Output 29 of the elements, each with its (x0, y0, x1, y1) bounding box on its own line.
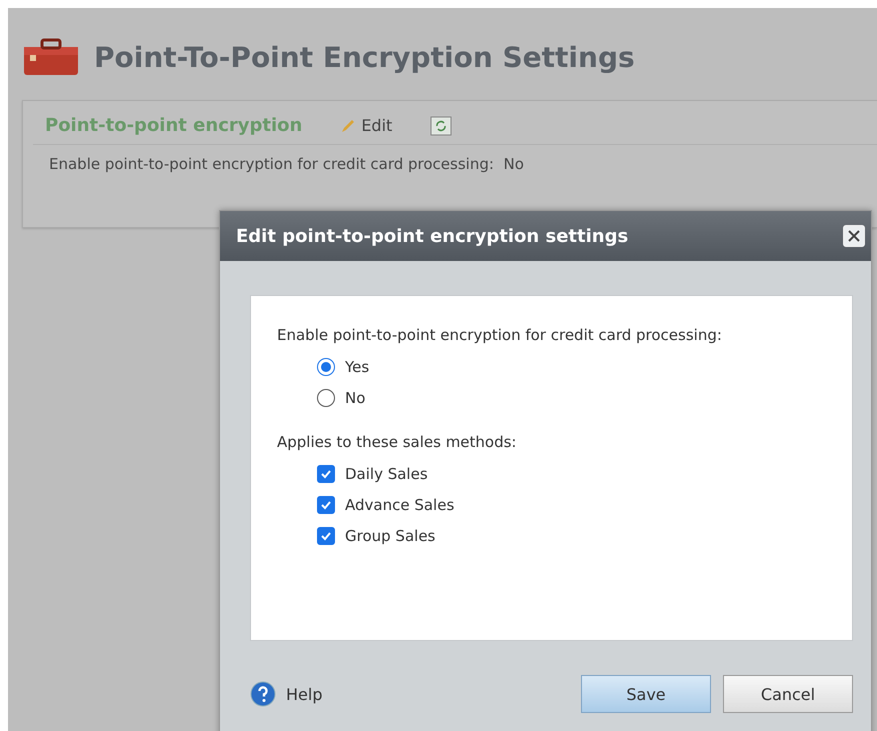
close-icon (847, 229, 861, 243)
panel-heading: Point-to-point encryption (45, 115, 302, 136)
pencil-icon (340, 118, 356, 134)
toolbox-icon (22, 37, 80, 77)
option-label: Yes (345, 358, 370, 376)
radio-button[interactable] (317, 389, 335, 407)
checkbox[interactable] (317, 496, 335, 514)
method-label: Group Sales (345, 527, 436, 545)
radio-button[interactable] (317, 358, 335, 376)
checkmark-icon (320, 499, 332, 511)
method-label: Daily Sales (345, 465, 428, 483)
refresh-icon[interactable] (430, 116, 452, 136)
checkbox[interactable] (317, 527, 335, 545)
edit-link[interactable]: Edit (340, 116, 392, 135)
question-label: Enable point-to-point encryption for credit card processing: (277, 326, 723, 344)
checkmark-icon (320, 530, 332, 542)
save-button[interactable]: Save (581, 675, 711, 713)
help-icon (250, 681, 276, 707)
page-title: Point-To-Point Encryption Settings (94, 40, 635, 74)
setting-text: Enable point-to-point encryption for credit card processing: No (48, 154, 525, 173)
dialog-title: Edit point-to-point encryption settings (236, 226, 628, 246)
option-label: No (345, 389, 366, 407)
close-button[interactable] (843, 225, 865, 247)
checkbox[interactable] (317, 465, 335, 483)
checkmark-icon (320, 468, 332, 480)
method-label: Advance Sales (345, 496, 454, 514)
cancel-button[interactable]: Cancel (723, 675, 853, 713)
methods-label: Applies to these sales methods: (277, 433, 518, 451)
help-link[interactable]: Help (250, 681, 569, 707)
